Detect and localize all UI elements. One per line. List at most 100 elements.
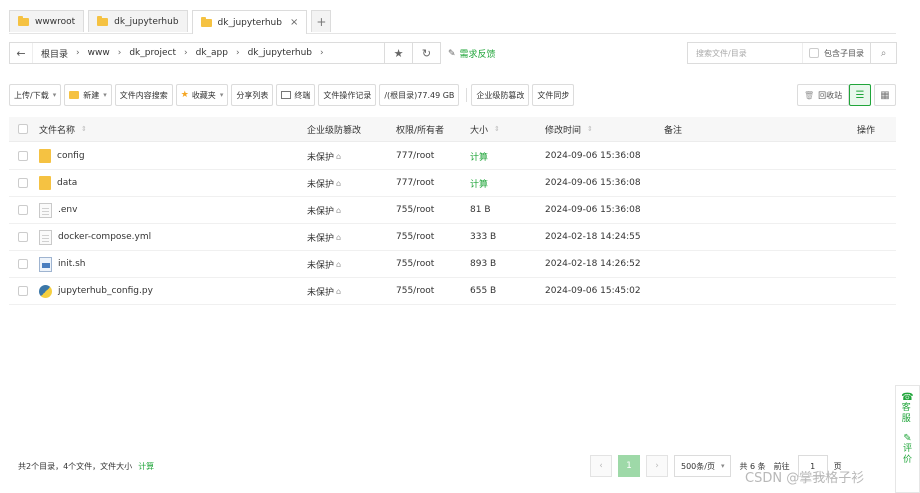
search-input[interactable]: 搜索文件/目录	[688, 48, 802, 59]
table-row[interactable]: init.sh 未保护 ⌂ 755/root 893 B 2024-02-18 1…	[9, 251, 896, 278]
size-calc-link[interactable]: 计算	[470, 143, 488, 169]
protect-status: 未保护 ⌂	[307, 143, 341, 169]
row-checkbox[interactable]	[18, 278, 33, 304]
size-calc-link[interactable]: 计算	[470, 170, 488, 196]
file-sync-button[interactable]: 文件同步	[532, 84, 575, 106]
checkbox[interactable]	[809, 48, 819, 58]
customer-service-button[interactable]: ☎ 客服	[901, 392, 913, 425]
refresh-icon[interactable]: ↻	[412, 43, 440, 63]
checkbox[interactable]	[18, 124, 28, 134]
permission[interactable]: 755/root	[396, 197, 434, 223]
table-row[interactable]: config 未保护 ⌂ 777/root 计算 2024-09-06 15:36…	[9, 143, 896, 170]
checkbox[interactable]	[18, 232, 28, 242]
grid-view-icon[interactable]: ▦	[874, 84, 896, 106]
lock-icon[interactable]: ⌂	[336, 206, 341, 215]
terminal-button[interactable]: 终端	[276, 84, 316, 106]
table-row[interactable]: .env 未保护 ⌂ 755/root 81 B 2024-09-06 15:36…	[9, 197, 896, 224]
terminal-icon	[281, 91, 292, 99]
breadcrumb-dk-project[interactable]: dk_project	[129, 48, 176, 58]
row-checkbox[interactable]	[18, 197, 33, 223]
permission[interactable]: 777/root	[396, 170, 434, 196]
tab-dk-jupyterhub-active[interactable]: dk_jupyterhub ×	[191, 10, 308, 34]
header-name[interactable]: 文件名称 ⇕	[39, 117, 87, 141]
sort-icon: ⇕	[494, 125, 500, 133]
breadcrumb-root[interactable]: 根目录	[41, 47, 68, 60]
disk-button[interactable]: /(根目录)77.49 GB	[379, 84, 460, 106]
review-button[interactable]: ✎ 评价	[903, 433, 913, 466]
file-name-label: data	[57, 178, 78, 188]
row-checkbox[interactable]	[18, 251, 33, 277]
share-list-button[interactable]: 分享列表	[231, 84, 274, 106]
protect-label: 未保护	[307, 152, 335, 163]
page-size-label: 500条/页	[681, 461, 715, 471]
recycle-bin-button[interactable]: 🗑 回收站	[797, 84, 850, 106]
protect-label: 未保护	[307, 260, 335, 271]
favorites-button[interactable]: ★ 收藏夹 ▾	[175, 84, 229, 106]
calc-size-link[interactable]: 计算	[138, 462, 154, 471]
row-checkbox[interactable]	[18, 170, 33, 196]
file-name[interactable]: init.sh	[39, 251, 86, 277]
row-checkbox[interactable]	[18, 224, 33, 250]
permission[interactable]: 755/root	[396, 251, 434, 277]
header-size[interactable]: 大小 ⇕	[470, 117, 500, 141]
modified-time: 2024-09-06 15:36:08	[545, 151, 641, 161]
content-search-button[interactable]: 文件内容搜索	[114, 84, 173, 106]
include-subdir-toggle[interactable]: 包含子目录	[802, 43, 870, 63]
lock-icon[interactable]: ⌂	[336, 287, 341, 296]
close-icon[interactable]: ×	[290, 17, 298, 28]
permission[interactable]: 755/root	[396, 224, 434, 250]
file-name[interactable]: config	[39, 143, 85, 169]
lock-icon[interactable]: ⌂	[336, 233, 341, 242]
header-time[interactable]: 修改时间 ⇕	[545, 117, 593, 141]
list-view-icon[interactable]: ☰	[849, 84, 871, 106]
file-name[interactable]: data	[39, 170, 77, 196]
lock-icon[interactable]: ⌂	[336, 179, 341, 188]
checkbox[interactable]	[18, 286, 28, 296]
tamper-protect-button[interactable]: 企业级防篡改	[471, 84, 530, 106]
row-checkbox[interactable]	[18, 143, 33, 169]
folder-icon	[200, 16, 212, 27]
file-name-label: .env	[58, 205, 78, 215]
file-name[interactable]: docker-compose.yml	[39, 224, 151, 250]
watermark: CSDN @掌我格子衫	[745, 471, 865, 486]
breadcrumb-www[interactable]: www	[88, 48, 110, 58]
new-button[interactable]: 新建 ▾	[64, 84, 112, 106]
permission[interactable]: 755/root	[396, 278, 434, 304]
star-icon: ★	[180, 90, 189, 100]
checkbox[interactable]	[18, 259, 28, 269]
file-name[interactable]: jupyterhub_config.py	[39, 278, 153, 304]
header-perm: 权限/所有者	[396, 125, 445, 136]
feedback-link[interactable]: ✎ 需求反馈	[448, 47, 496, 61]
table-row[interactable]: data 未保护 ⌂ 777/root 计算 2024-09-06 15:36:0…	[9, 170, 896, 197]
add-tab-button[interactable]: +	[311, 10, 332, 32]
checkbox[interactable]	[18, 178, 28, 188]
chevron-right-icon: ›	[76, 48, 80, 58]
table-row[interactable]: docker-compose.yml 未保护 ⌂ 755/root 333 B 2…	[9, 224, 896, 251]
chevron-right-icon[interactable]: ›	[320, 48, 324, 58]
back-arrow-icon[interactable]: ←	[10, 47, 32, 60]
permission[interactable]: 777/root	[396, 143, 434, 169]
page-button[interactable]: 1	[618, 455, 640, 477]
protect-status: 未保护 ⌂	[307, 251, 341, 277]
tab-dk-jupyterhub-1[interactable]: dk_jupyterhub	[88, 10, 188, 32]
search-icon[interactable]: ⌕	[870, 43, 896, 63]
upload-download-button[interactable]: 上传/下载 ▾	[9, 84, 62, 106]
checkbox[interactable]	[18, 205, 28, 215]
protect-status: 未保护 ⌂	[307, 197, 341, 223]
table-row[interactable]: jupyterhub_config.py 未保护 ⌂ 755/root 655 B…	[9, 278, 896, 305]
tab-wwwroot[interactable]: wwwroot	[9, 10, 85, 32]
select-all-checkbox[interactable]	[18, 117, 33, 141]
lock-icon[interactable]: ⌂	[336, 152, 341, 161]
star-icon[interactable]: ★	[384, 43, 412, 63]
breadcrumb-dk-jupyterhub[interactable]: dk_jupyterhub	[248, 48, 312, 58]
file-name[interactable]: .env	[39, 197, 77, 223]
modified-time: 2024-09-06 15:36:08	[545, 178, 641, 188]
page-size-select[interactable]: 500条/页 ▾	[674, 455, 732, 477]
lock-icon[interactable]: ⌂	[336, 260, 341, 269]
breadcrumb-dk-app[interactable]: dk_app	[196, 48, 228, 58]
checkbox[interactable]	[18, 151, 28, 161]
file-size: 333 B	[470, 232, 497, 242]
operation-log-button[interactable]: 文件操作记录	[318, 84, 377, 106]
next-page-button[interactable]: ›	[646, 455, 668, 477]
prev-page-button[interactable]: ‹	[590, 455, 612, 477]
